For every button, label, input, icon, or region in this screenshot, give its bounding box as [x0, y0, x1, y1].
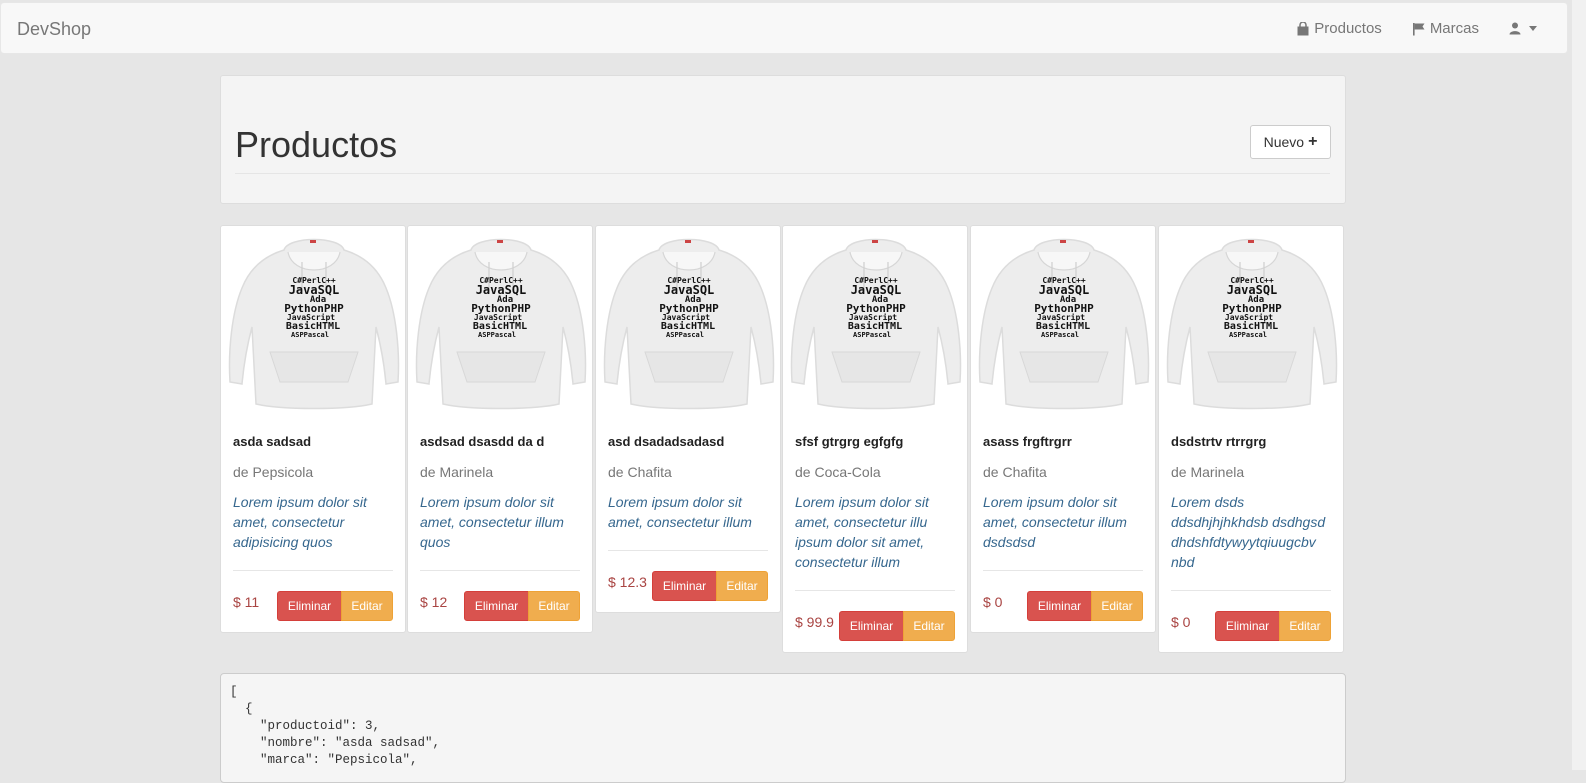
hoodie-image: C#PerlC++ JavaSQL Ada PythonPHP JavaScri…	[415, 238, 587, 410]
hoodie-image: C#PerlC++ JavaSQL Ada PythonPHP JavaScri…	[1166, 238, 1338, 410]
brand-link[interactable]: DevShop	[17, 19, 91, 40]
product-price: $ 12	[420, 594, 448, 610]
product-brand: de Coca-Cola	[795, 464, 881, 480]
product-card: C#PerlC++ JavaSQL Ada PythonPHP JavaScri…	[595, 225, 781, 613]
header-divider	[235, 173, 1330, 174]
user-menu-toggle[interactable]	[1509, 22, 1537, 35]
edit-button[interactable]: Editar	[1091, 591, 1143, 621]
product-price: $ 99.9	[795, 614, 834, 630]
new-product-button[interactable]: Nuevo +	[1250, 125, 1331, 159]
product-description: Lorem dsds ddsdhjhjhkhdsb dsdhgsd dhdshf…	[1171, 494, 1326, 570]
card-divider	[233, 570, 393, 571]
chevron-down-icon	[1529, 26, 1537, 31]
json-preview: [ { "productoid": 3, "nombre": "asda sad…	[220, 673, 1346, 783]
product-name: sfsf gtrgrg egfgfg	[795, 434, 904, 449]
product-price: $ 11	[233, 594, 260, 610]
product-name: asass frgftrgrr	[983, 434, 1072, 449]
hoodie-image: C#PerlC++ JavaSQL Ada PythonPHP JavaScri…	[603, 238, 775, 410]
nav-marcas-label: Marcas	[1429, 20, 1479, 37]
product-card: C#PerlC++ JavaSQL Ada PythonPHP JavaScri…	[1158, 225, 1344, 653]
hoodie-text-row7: ASPPascal	[478, 331, 516, 339]
scrollbar[interactable]	[1572, 0, 1586, 770]
product-brand: de Chafita	[983, 464, 1047, 480]
product-price: $ 0	[1171, 614, 1191, 630]
hoodie-image: C#PerlC++ JavaSQL Ada PythonPHP JavaScri…	[978, 238, 1150, 410]
product-brand: de Marinela	[1171, 464, 1245, 480]
nav-productos-label: Productos	[1314, 20, 1382, 37]
delete-button[interactable]: Eliminar	[1215, 611, 1280, 641]
product-brand: de Marinela	[420, 464, 494, 480]
card-divider	[420, 570, 580, 571]
card-divider	[983, 570, 1143, 571]
edit-button[interactable]: Editar	[903, 611, 955, 641]
hoodie-text-row7: ASPPascal	[853, 331, 891, 339]
hoodie-text-row7: ASPPascal	[666, 331, 704, 339]
hoodie-text-row7: ASPPascal	[291, 331, 329, 339]
hoodie-image: C#PerlC++ JavaSQL Ada PythonPHP JavaScri…	[228, 238, 400, 410]
product-description: Lorem ipsum dolor sit amet, consectetur …	[795, 494, 929, 570]
product-card: C#PerlC++ JavaSQL Ada PythonPHP JavaScri…	[407, 225, 593, 633]
product-price: $ 0	[983, 594, 1003, 610]
card-divider	[795, 590, 955, 591]
card-divider	[1171, 590, 1331, 591]
page-header-panel: Productos Nuevo +	[220, 75, 1346, 204]
product-card: C#PerlC++ JavaSQL Ada PythonPHP JavaScri…	[220, 225, 406, 633]
top-navbar: DevShop Productos Marcas	[0, 2, 1568, 54]
product-name: asdsad dsasdd da d	[420, 434, 545, 449]
hoodie-text-row7: ASPPascal	[1229, 331, 1267, 339]
flag-icon	[1412, 22, 1425, 35]
delete-button[interactable]: Eliminar	[839, 611, 904, 641]
product-description: Lorem ipsum dolor sit amet, consectetur …	[983, 494, 1127, 550]
product-description: Lorem ipsum dolor sit amet, consectetur …	[420, 494, 564, 550]
edit-button[interactable]: Editar	[528, 591, 580, 621]
hoodie-text-row7: ASPPascal	[1041, 331, 1079, 339]
product-card: C#PerlC++ JavaSQL Ada PythonPHP JavaScri…	[970, 225, 1156, 633]
user-icon	[1509, 22, 1521, 35]
delete-button[interactable]: Eliminar	[652, 571, 717, 601]
nav-right: Productos Marcas	[1266, 20, 1537, 37]
plus-icon: +	[1308, 133, 1318, 150]
product-brand: de Chafita	[608, 464, 672, 480]
delete-button[interactable]: Eliminar	[277, 591, 342, 621]
product-card: C#PerlC++ JavaSQL Ada PythonPHP JavaScri…	[782, 225, 968, 653]
product-name: asda sadsad	[233, 434, 312, 449]
product-name: dsdstrtv rtrrgrg	[1171, 434, 1267, 449]
delete-button[interactable]: Eliminar	[1027, 591, 1092, 621]
new-product-label: Nuevo	[1263, 134, 1305, 150]
page-title: Productos	[235, 124, 398, 165]
product-name: asd dsadadsadasd	[608, 434, 725, 449]
edit-button[interactable]: Editar	[341, 591, 393, 621]
nav-marcas-link[interactable]: Marcas	[1412, 20, 1479, 37]
delete-button[interactable]: Eliminar	[464, 591, 529, 621]
card-divider	[608, 550, 768, 551]
product-description: Lorem ipsum dolor sit amet, consectetur …	[233, 494, 367, 550]
product-price: $ 12.3	[608, 574, 647, 590]
product-description: Lorem ipsum dolor sit amet, consectetur …	[608, 494, 752, 530]
hoodie-image: C#PerlC++ JavaSQL Ada PythonPHP JavaScri…	[790, 238, 962, 410]
edit-button[interactable]: Editar	[716, 571, 768, 601]
product-brand: de Pepsicola	[233, 464, 314, 480]
shopping-bag-icon	[1297, 21, 1309, 35]
edit-button[interactable]: Editar	[1279, 611, 1331, 641]
nav-productos-link[interactable]: Productos	[1296, 20, 1382, 37]
